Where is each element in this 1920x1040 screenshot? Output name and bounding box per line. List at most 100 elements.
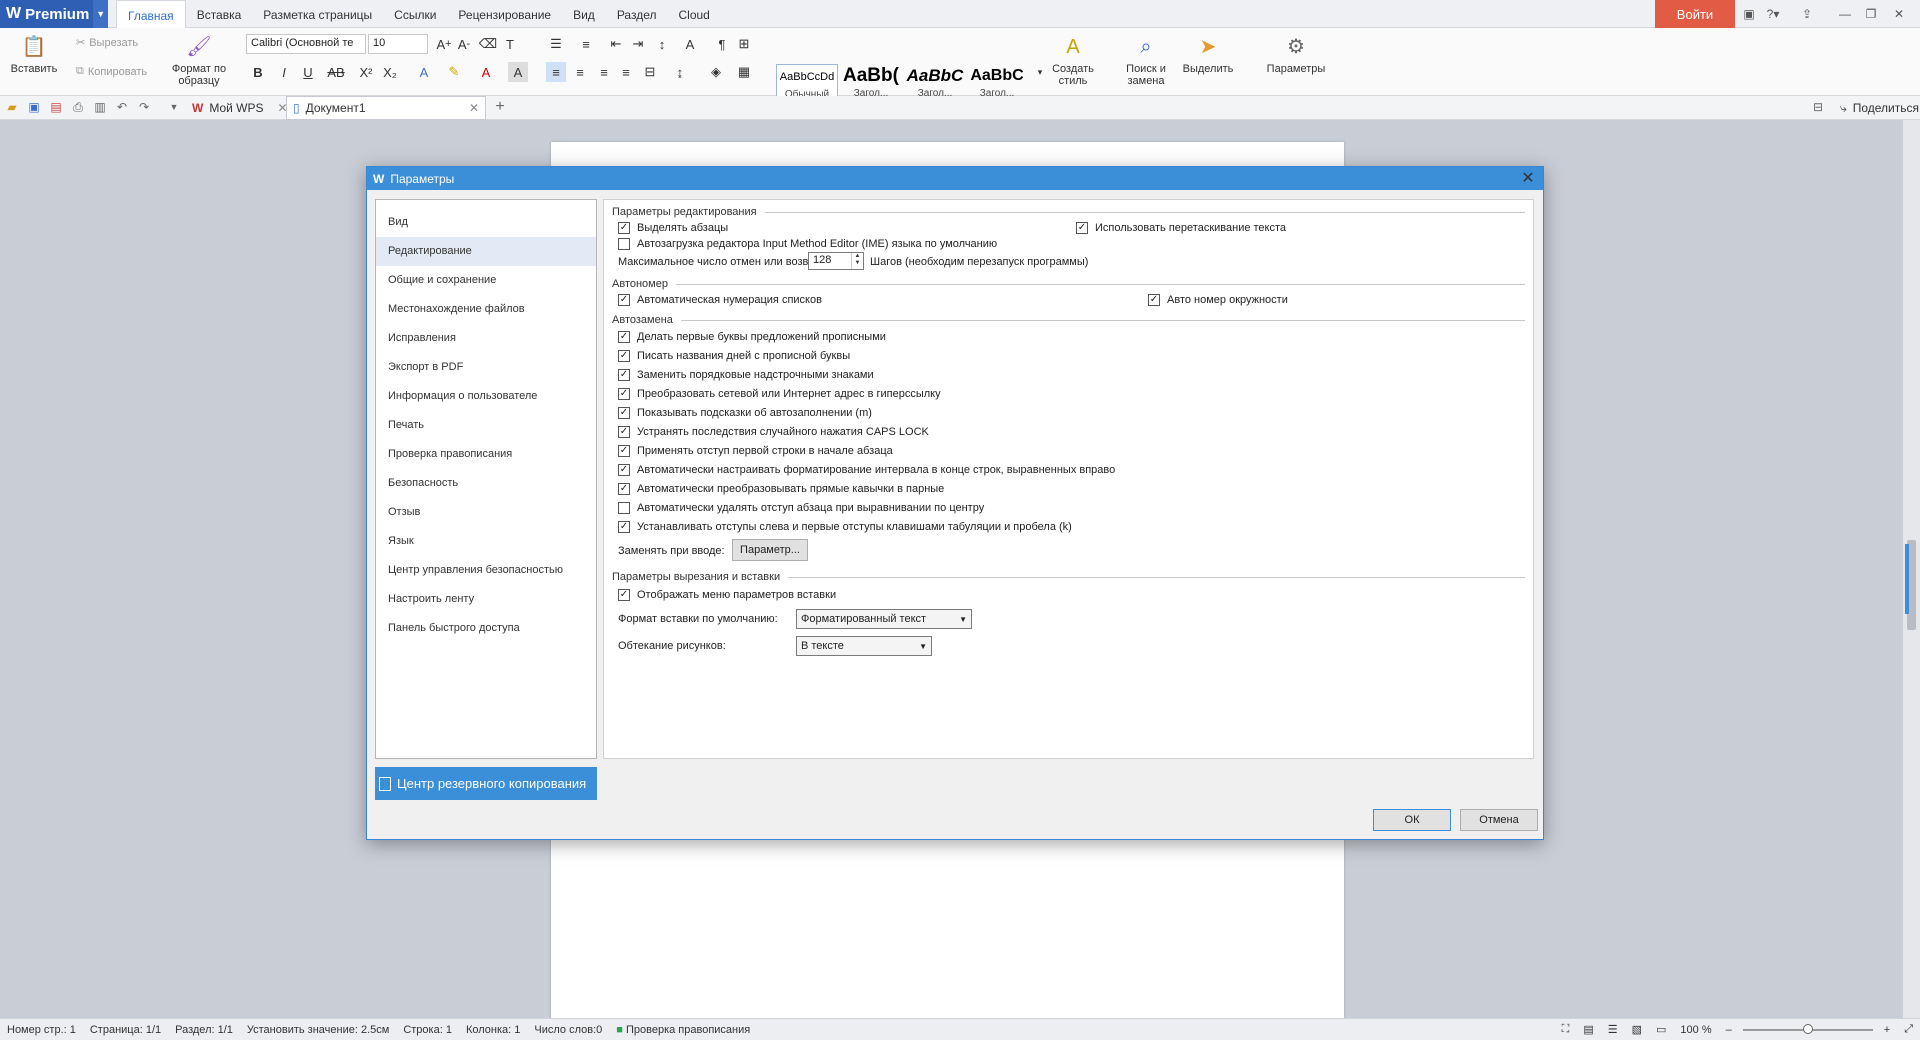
checkbox-box[interactable]: ✓ <box>1076 222 1088 234</box>
zoom-out-icon[interactable]: – <box>1719 1024 1739 1036</box>
nav-item-general-save[interactable]: Общие и сохранение <box>376 266 596 295</box>
checkbox-select-paragraphs[interactable]: ✓ Выделять абзацы <box>618 222 728 234</box>
checkbox-box[interactable]: ✓ <box>618 350 630 362</box>
web-view-icon[interactable]: ▧ <box>1625 1023 1649 1036</box>
table-icon[interactable]: ⊞ <box>734 34 754 54</box>
help-icon[interactable]: ?▾ <box>1762 4 1784 24</box>
restore-icon[interactable]: ❐ <box>1862 4 1880 24</box>
grow-font-icon[interactable]: A + <box>434 34 454 54</box>
wps-menu-button[interactable]: W Premium ▼ <box>0 0 108 28</box>
fit-window-icon[interactable]: ⤢ <box>1897 1023 1920 1036</box>
line-spacing-icon[interactable]: ↨ <box>670 62 690 82</box>
print-icon[interactable]: ⎙ <box>70 99 86 115</box>
tab-page-layout[interactable]: Разметка страницы <box>252 0 383 28</box>
decrease-indent-icon[interactable]: ⇤ <box>606 34 626 54</box>
customize-qat-icon[interactable]: ▼ <box>166 99 182 115</box>
align-center-icon[interactable]: ≡ <box>570 62 590 82</box>
clear-format-icon[interactable]: ⌫ <box>478 34 498 54</box>
nav-item-track-changes[interactable]: Исправления <box>376 324 596 353</box>
print-preview-icon[interactable]: ▥ <box>92 99 108 115</box>
checkbox-box[interactable]: ✓ <box>618 464 630 476</box>
distribute-icon[interactable]: ⊟ <box>640 62 660 82</box>
sort-icon[interactable]: ↕ <box>652 34 672 54</box>
numbering-icon[interactable]: ≡ <box>576 34 596 54</box>
checkbox-capitalize-sentences[interactable]: ✓ Делать первые буквы предложений прописн… <box>618 331 886 343</box>
checkbox-drag-drop[interactable]: ✓ Использовать перетаскивание текста <box>1076 222 1286 234</box>
undo-icon[interactable]: ↶ <box>114 99 130 115</box>
nav-item-print[interactable]: Печать <box>376 411 596 440</box>
font-color-icon[interactable]: A <box>476 62 496 82</box>
checkbox-auto-numbering[interactable]: ✓ Автоматическая нумерация списков <box>618 294 822 306</box>
increase-indent-icon[interactable]: ⇥ <box>628 34 648 54</box>
checkbox-right-aligned-spacing[interactable]: ✓ Автоматически настраивать форматировани… <box>618 464 1115 476</box>
backup-center-button[interactable]: Центр резервного копирования <box>375 767 597 800</box>
checkbox-smart-quotes[interactable]: ✓ Автоматически преобразовывать прямые ка… <box>618 483 944 495</box>
replace-options-button[interactable]: Параметр... <box>732 539 808 561</box>
copy-button[interactable]: ⧉ Копировать <box>76 65 147 78</box>
paste-button[interactable]: 📋 Вставить <box>8 34 60 75</box>
nav-item-export-pdf[interactable]: Экспорт в PDF <box>376 353 596 382</box>
show-marks-icon[interactable]: ¶ <box>712 34 732 54</box>
checkbox-box[interactable]: ✓ <box>618 445 630 457</box>
settings-button[interactable]: ⚙ Параметры <box>1258 34 1334 75</box>
export-pdf-icon[interactable]: ▤ <box>48 99 64 115</box>
reading-mode-icon[interactable]: ▭ <box>1649 1023 1673 1036</box>
zoom-value[interactable]: 100 % <box>1673 1024 1718 1036</box>
checkbox-ordinals-superscript[interactable]: ✓ Заменить порядковые надстрочными знакам… <box>618 369 874 381</box>
tab-view[interactable]: Вид <box>562 0 606 28</box>
status-words[interactable]: Число слов:0 <box>527 1024 609 1036</box>
checkbox-box[interactable] <box>618 502 630 514</box>
outline-view-icon[interactable]: ☰ <box>1601 1023 1625 1036</box>
tab-my-wps[interactable]: W Мой WPS ✕ <box>186 96 294 120</box>
shading-icon[interactable]: ◈ <box>706 62 726 82</box>
share-button[interactable]: ⤷ Поделиться <box>1834 96 1920 120</box>
justify-icon[interactable]: ≡ <box>616 62 636 82</box>
font-size-select[interactable]: 10 <box>368 34 428 54</box>
font-name-select[interactable]: Calibri (Основной те <box>246 34 366 54</box>
pin-icon[interactable]: ⇪ <box>1798 4 1816 24</box>
checkbox-box[interactable]: ✓ <box>618 589 630 601</box>
tab-document1[interactable]: ▯ Документ1 ✕ <box>286 96 486 120</box>
shrink-font-icon[interactable]: A- <box>454 34 474 54</box>
highlight-icon[interactable]: ✎ <box>444 62 464 82</box>
align-left-icon[interactable]: ≡ <box>546 62 566 82</box>
checkbox-box[interactable]: ✓ <box>1148 294 1160 306</box>
change-case-icon[interactable]: A <box>680 34 700 54</box>
cancel-button[interactable]: Отмена <box>1460 809 1538 831</box>
chevron-down-icon[interactable]: ▼ <box>93 0 108 28</box>
undo-count-spinner[interactable]: 128 ▲ ▼ <box>808 252 864 270</box>
checkbox-box[interactable]: ✓ <box>618 521 630 533</box>
nav-item-file-locations[interactable]: Местонахождение файлов <box>376 295 596 324</box>
spinner-arrows-icon[interactable]: ▲ ▼ <box>851 253 863 269</box>
subscript-icon[interactable]: X₂ <box>380 62 400 82</box>
checkbox-box[interactable]: ✓ <box>618 222 630 234</box>
checkbox-ime-autoload[interactable]: Автозагрузка редактора Input Method Edit… <box>618 238 997 250</box>
tab-cloud[interactable]: Cloud <box>667 0 720 28</box>
checkbox-box[interactable]: ✓ <box>618 294 630 306</box>
login-button[interactable]: Войти <box>1655 0 1735 28</box>
nav-item-trust-center[interactable]: Центр управления безопасностью <box>376 556 596 585</box>
nav-item-customize-ribbon[interactable]: Настроить ленту <box>376 585 596 614</box>
ok-button[interactable]: ОК <box>1373 809 1451 831</box>
checkbox-box[interactable]: ✓ <box>618 483 630 495</box>
skin-icon[interactable]: ▣ <box>1740 4 1758 24</box>
find-replace-button[interactable]: ⌕ Поиск и замена <box>1118 34 1174 87</box>
align-right-icon[interactable]: ≡ <box>594 62 614 82</box>
tab-home[interactable]: Главная <box>116 0 186 28</box>
nav-item-language[interactable]: Язык <box>376 527 596 556</box>
checkbox-box[interactable]: ✓ <box>618 331 630 343</box>
paste-format-select[interactable]: Форматированный текст ▼ <box>796 609 972 629</box>
tab-review[interactable]: Рецензирование <box>447 0 562 28</box>
nav-item-user-info[interactable]: Информация о пользователе <box>376 382 596 411</box>
nav-item-view[interactable]: Вид <box>376 208 596 237</box>
checkbox-circle-number[interactable]: ✓ Авто номер окружности <box>1148 294 1288 306</box>
layout-icon[interactable]: ⊟ <box>1810 99 1826 115</box>
close-icon[interactable]: ✕ <box>1519 169 1537 187</box>
cut-button[interactable]: ✂ Вырезать <box>76 36 138 50</box>
tab-insert[interactable]: Вставка <box>186 0 253 28</box>
borders-icon[interactable]: ▦ <box>734 62 754 82</box>
phonetic-icon[interactable]: T <box>500 34 520 54</box>
close-tab-icon[interactable]: ✕ <box>469 101 479 115</box>
save-icon[interactable]: ▣ <box>26 99 42 115</box>
checkbox-paste-options-menu[interactable]: ✓ Отображать меню параметров вставки <box>618 589 836 601</box>
